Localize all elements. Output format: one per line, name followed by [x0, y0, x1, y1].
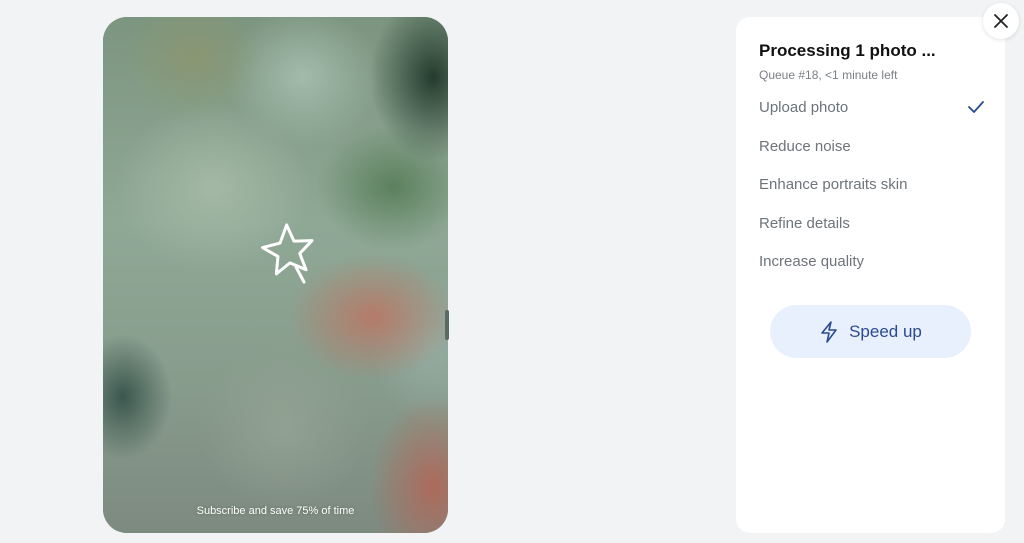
queue-status: Queue #18, <1 minute left — [759, 68, 898, 82]
subscribe-promo-text: Subscribe and save 75% of time — [196, 505, 355, 517]
checkmark-icon — [968, 101, 984, 113]
speed-up-button[interactable]: Speed up — [770, 305, 971, 358]
speed-up-label: Speed up — [849, 321, 922, 341]
photo-edge-handle — [445, 310, 449, 340]
step-label: Refine details — [759, 214, 850, 232]
photo-preview: Subscribe and save 75% of time — [103, 17, 448, 533]
close-button[interactable] — [983, 3, 1019, 39]
processing-title: Processing 1 photo ... — [759, 41, 936, 60]
step-label: Upload photo — [759, 99, 849, 116]
processing-steps: Upload photo Reduce noise Enhance portra… — [759, 99, 984, 292]
step-upload-photo: Upload photo — [759, 99, 984, 138]
stage: Subscribe and save 75% of time Processin… — [0, 0, 1024, 543]
step-enhance-portraits-skin: Enhance portraits skin — [759, 176, 984, 215]
lightning-icon — [821, 320, 837, 343]
step-refine-details: Refine details — [759, 215, 984, 254]
step-label: Increase quality — [759, 253, 865, 270]
close-icon — [994, 14, 1008, 28]
step-label: Enhance portraits skin — [759, 176, 908, 193]
step-label: Reduce noise — [759, 137, 851, 155]
magic-star-icon — [261, 223, 314, 284]
processing-panel: Processing 1 photo ... Queue #18, <1 min… — [736, 17, 1005, 533]
step-reduce-noise: Reduce noise — [759, 138, 984, 177]
step-increase-quality: Increase quality — [759, 253, 984, 292]
